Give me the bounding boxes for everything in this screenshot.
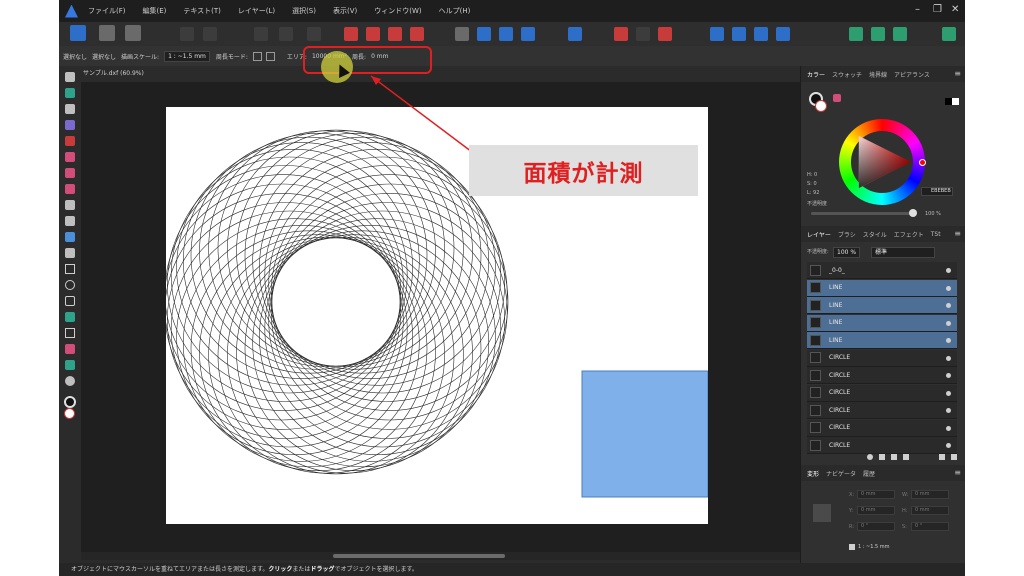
- annotation-arrow-head: [371, 76, 381, 85]
- annotation-arrow: [370, 75, 481, 159]
- affinity-designer-window: ファイル(F) 編集(E) テキスト(T) レイヤー(L) 選択(S) 表示(V…: [59, 0, 965, 576]
- annotation-label: 面積が計測: [469, 145, 698, 196]
- annotation-arrow-line: [370, 75, 481, 159]
